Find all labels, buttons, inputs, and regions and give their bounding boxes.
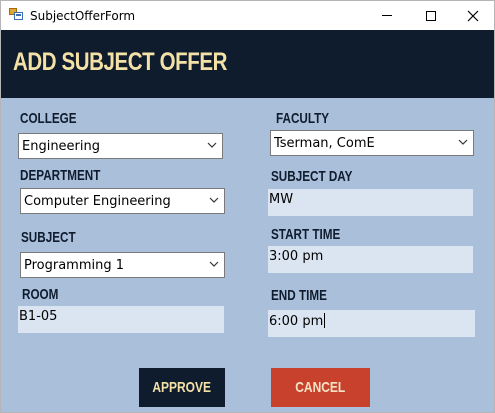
chevron-down-icon xyxy=(458,139,468,145)
chevron-down-icon xyxy=(209,197,219,203)
subject-day-label: SUBJECT DAY xyxy=(271,168,353,185)
room-input[interactable]: B1-05 xyxy=(18,306,224,333)
start-time-value: 3:00 pm xyxy=(269,249,324,264)
cancel-label: CANCEL xyxy=(295,379,346,396)
chevron-down-icon xyxy=(209,261,219,267)
faculty-value: Tserman, ComE xyxy=(274,136,375,151)
header-band: ADD SUBJECT OFFER xyxy=(1,30,494,98)
app-icon xyxy=(9,8,23,21)
window-title: SubjectOfferForm xyxy=(30,9,136,23)
close-icon xyxy=(467,10,479,21)
subject-value: Programming 1 xyxy=(24,258,125,273)
approve-label: APPROVE xyxy=(152,379,212,396)
start-time-input[interactable]: 3:00 pm xyxy=(268,246,473,273)
cancel-button[interactable]: CANCEL xyxy=(271,368,370,407)
chevron-down-icon xyxy=(207,142,217,148)
subject-select[interactable]: Programming 1 xyxy=(20,252,225,278)
close-button[interactable] xyxy=(451,1,494,30)
department-select[interactable]: Computer Engineering xyxy=(20,188,225,214)
minimize-icon xyxy=(382,15,392,16)
text-caret xyxy=(324,313,326,328)
end-time-input[interactable]: 6:00 pm xyxy=(268,310,475,337)
start-time-label: START TIME xyxy=(271,226,341,243)
subject-label: SUBJECT xyxy=(21,229,76,246)
college-value: Engineering xyxy=(22,139,100,154)
approve-button[interactable]: APPROVE xyxy=(139,368,225,407)
room-value: B1-05 xyxy=(19,309,58,324)
room-label: ROOM xyxy=(22,286,59,303)
college-select[interactable]: Engineering xyxy=(18,133,223,159)
department-value: Computer Engineering xyxy=(24,194,171,209)
department-label: DEPARTMENT xyxy=(20,167,101,184)
faculty-label: FACULTY xyxy=(276,110,330,127)
college-label: COLLEGE xyxy=(20,110,77,127)
title-bar[interactable]: SubjectOfferForm xyxy=(1,1,494,30)
faculty-select[interactable]: Tserman, ComE xyxy=(270,130,474,156)
subject-offer-window: SubjectOfferForm ADD SUBJECT OFFER COLLE… xyxy=(0,0,495,413)
maximize-button[interactable] xyxy=(409,1,453,30)
maximize-icon xyxy=(426,10,436,21)
page-title: ADD SUBJECT OFFER xyxy=(13,48,227,76)
minimize-button[interactable] xyxy=(365,1,409,30)
subject-day-value: MW xyxy=(269,192,294,207)
subject-day-input[interactable]: MW xyxy=(268,189,473,216)
end-time-value: 6:00 pm xyxy=(269,313,326,329)
end-time-label: END TIME xyxy=(271,287,327,304)
